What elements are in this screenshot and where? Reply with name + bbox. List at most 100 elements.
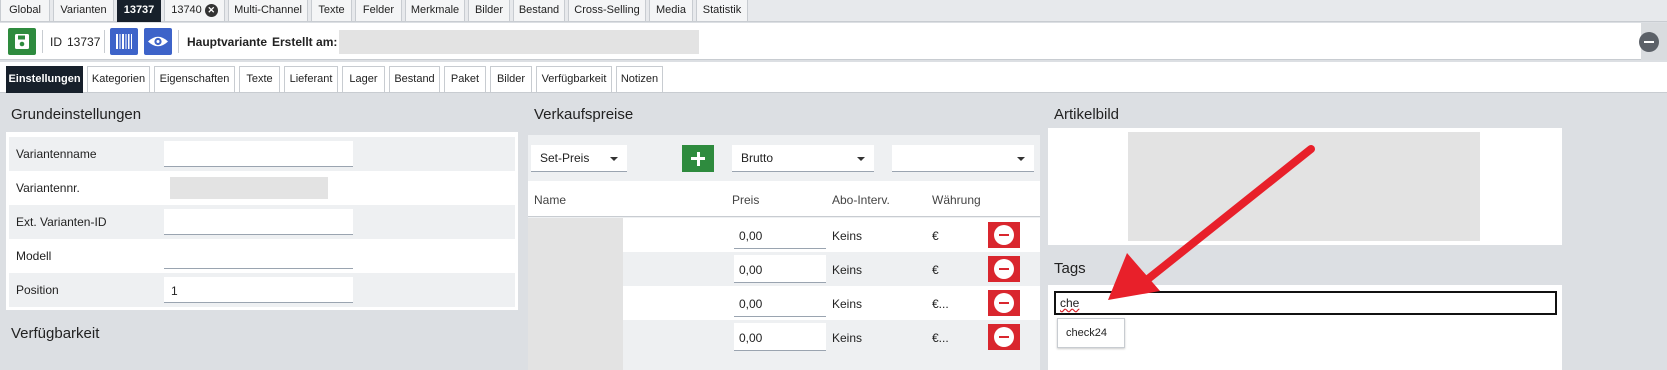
- tab-media[interactable]: Media: [649, 0, 693, 22]
- tab-texte-sub[interactable]: Texte: [239, 66, 280, 93]
- variant-type-label: Hauptvariante: [187, 35, 268, 49]
- verkaufspreise-card: Set-Preis Brutto Name Preis Abo-Interv. …: [528, 135, 1040, 370]
- price-currency: €...: [932, 331, 949, 345]
- created-label: Erstellt am:: [272, 35, 338, 49]
- tab-cross-selling[interactable]: Cross-Selling: [568, 0, 646, 22]
- field-row-variantenname: Variantenname: [9, 137, 515, 171]
- price-currency: €...: [932, 297, 949, 311]
- top-tab-bar: Global Varianten 13737 13740 ✕ Multi-Chan…: [0, 0, 1667, 22]
- tab-felder[interactable]: Felder: [355, 0, 402, 22]
- tab-einstellungen[interactable]: Einstellungen: [6, 66, 83, 93]
- field-row-ext-varianten-id: Ext. Varianten-ID: [9, 205, 515, 239]
- tab-verfuegbarkeit[interactable]: Verfügbarkeit: [536, 66, 612, 93]
- barcode-icon: [116, 34, 132, 49]
- minus-circle-icon: [994, 225, 1014, 245]
- artikelbild-placeholder[interactable]: [1128, 132, 1480, 241]
- remove-price-button[interactable]: [988, 290, 1020, 316]
- price-name-placeholder: [528, 218, 623, 370]
- artikelbild-title: Artikelbild: [1054, 106, 1120, 123]
- variantennr-field: [170, 177, 328, 199]
- variantenname-label: Variantenname: [16, 147, 97, 161]
- col-name: Name: [534, 193, 567, 207]
- tab-eigenschaften[interactable]: Eigenschaften: [154, 66, 235, 93]
- position-input[interactable]: 1: [164, 277, 353, 303]
- price-input[interactable]: 0,00: [734, 255, 826, 283]
- price-input[interactable]: 0,00: [734, 289, 826, 317]
- ext-varianten-id-input[interactable]: [164, 209, 353, 235]
- price-currency: €: [932, 229, 939, 243]
- field-row-variantennr: Variantennr.: [9, 171, 515, 205]
- minus-circle-icon: [994, 259, 1014, 279]
- created-date-field: [339, 30, 699, 54]
- chevron-down-icon: [610, 157, 618, 161]
- tab-variant-13737[interactable]: 13737: [117, 0, 161, 22]
- price-interval: Keins: [832, 331, 863, 345]
- toolbar-divider: [42, 30, 43, 53]
- tab-varianten[interactable]: Varianten: [53, 0, 114, 22]
- tab-bilder-sub[interactable]: Bilder: [490, 66, 532, 93]
- verfuegbarkeit-title: Verfügbarkeit: [11, 325, 100, 342]
- id-label: ID: [50, 35, 62, 49]
- grundeinstellungen-title: Grundeinstellungen: [11, 106, 142, 123]
- grundeinstellungen-card: Variantenname Variantennr. Ext. Variante…: [6, 132, 518, 310]
- tag-suggestion-item[interactable]: check24: [1057, 318, 1125, 348]
- variantenname-input[interactable]: [164, 141, 353, 167]
- tags-input[interactable]: che: [1054, 291, 1557, 315]
- field-row-modell: Modell: [9, 239, 515, 273]
- price-input[interactable]: 0,00: [734, 323, 826, 351]
- variantennr-label: Variantennr.: [16, 181, 80, 195]
- position-label: Position: [16, 283, 59, 297]
- tab-global[interactable]: Global: [0, 0, 50, 22]
- minus-circle-icon: [994, 293, 1014, 313]
- artikelbild-card: [1048, 128, 1562, 245]
- tab-variant-13740[interactable]: 13740 ✕: [164, 0, 225, 22]
- toolbar-divider: [178, 30, 179, 53]
- close-icon[interactable]: ✕: [204, 3, 218, 17]
- barcode-button[interactable]: [110, 28, 138, 55]
- preview-button[interactable]: [144, 28, 172, 55]
- tags-title: Tags: [1054, 260, 1086, 277]
- price-type-select[interactable]: Set-Preis: [531, 145, 627, 172]
- tab-merkmale[interactable]: Merkmale: [405, 0, 465, 22]
- tab-lager[interactable]: Lager: [342, 66, 385, 93]
- price-input[interactable]: 0,00: [734, 221, 826, 249]
- tab-bilder[interactable]: Bilder: [468, 0, 510, 22]
- eye-icon: [148, 36, 168, 47]
- price-table-header: Name Preis Abo-Interv. Währung: [528, 181, 1040, 217]
- tab-lieferant[interactable]: Lieferant: [284, 66, 338, 93]
- minus-circle-icon: [994, 327, 1014, 347]
- tab-texte[interactable]: Texte: [311, 0, 352, 22]
- price-interval: Keins: [832, 229, 863, 243]
- gross-net-select-value: Brutto: [741, 151, 774, 165]
- price-interval: Keins: [832, 263, 863, 277]
- tab-bestand-sub[interactable]: Bestand: [389, 66, 440, 93]
- tab-notizen[interactable]: Notizen: [616, 66, 663, 93]
- tab-kategorien[interactable]: Kategorien: [87, 66, 150, 93]
- gross-net-select[interactable]: Brutto: [732, 145, 874, 172]
- tab-variant-13740-label: 13740: [171, 4, 202, 16]
- sub-tab-bar: Einstellungen Kategorien Eigenschaften T…: [0, 62, 1667, 93]
- col-preis: Preis: [732, 193, 760, 207]
- price-currency: €: [932, 263, 939, 277]
- tab-bestand[interactable]: Bestand: [513, 0, 565, 22]
- price-type-select-value: Set-Preis: [540, 151, 590, 165]
- save-button[interactable]: [8, 28, 36, 55]
- tab-multi-channel[interactable]: Multi-Channel: [228, 0, 308, 22]
- remove-price-button[interactable]: [988, 324, 1020, 350]
- id-value: 13737: [67, 35, 101, 49]
- tab-statistik[interactable]: Statistik: [696, 0, 748, 22]
- chevron-down-icon: [1017, 157, 1025, 161]
- remove-price-button[interactable]: [988, 222, 1020, 248]
- right-edge-strip: [1644, 93, 1667, 370]
- tab-paket[interactable]: Paket: [444, 66, 486, 93]
- modell-input[interactable]: [164, 243, 353, 269]
- chevron-down-icon: [857, 157, 865, 161]
- remove-price-button[interactable]: [988, 256, 1020, 282]
- field-row-position: Position 1: [9, 273, 515, 307]
- col-waehrung: Währung: [932, 193, 981, 207]
- toolbar: ID 13737 Hauptvariante Erstellt am:: [0, 23, 1667, 60]
- price-interval: Keins: [832, 297, 863, 311]
- third-select[interactable]: [892, 145, 1034, 172]
- add-price-button[interactable]: [682, 145, 714, 172]
- collapse-button[interactable]: [1639, 32, 1659, 52]
